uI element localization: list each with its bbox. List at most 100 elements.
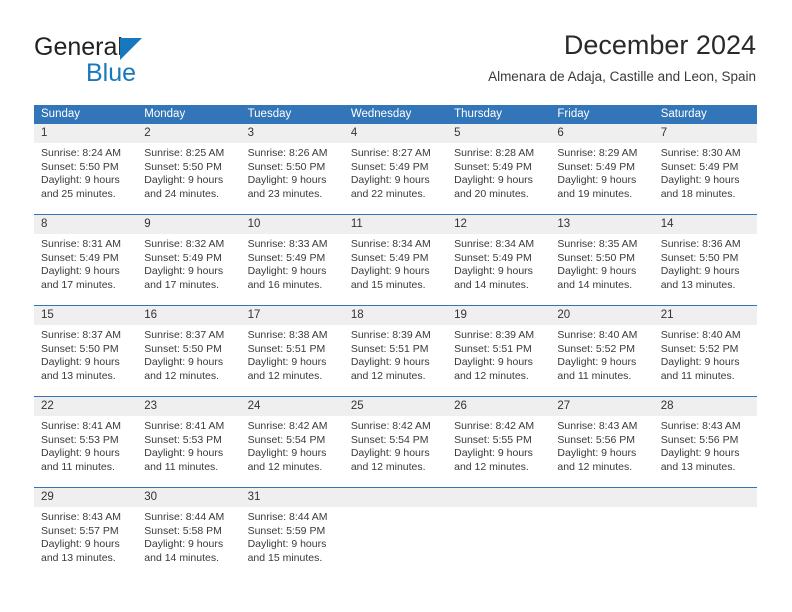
day-number[interactable]: 2 bbox=[137, 124, 240, 143]
daylight-2-text: and 15 minutes. bbox=[247, 551, 323, 564]
daylight-2-text: and 12 minutes. bbox=[144, 369, 219, 382]
sunset-text: Sunset: 5:49 PM bbox=[557, 160, 636, 173]
day-number[interactable]: 5 bbox=[447, 124, 550, 143]
day-number[interactable]: 22 bbox=[34, 397, 137, 416]
day-cell[interactable]: Sunrise: 8:42 AM Sunset: 5:55 PM Daylight:… bbox=[447, 416, 550, 487]
day-cell[interactable]: Sunrise: 8:28 AM Sunset: 5:49 PM Daylight:… bbox=[447, 143, 550, 214]
day-number[interactable]: 16 bbox=[137, 306, 240, 325]
day-number[interactable]: 23 bbox=[137, 397, 240, 416]
daylight-2-text: and 25 minutes. bbox=[41, 187, 116, 200]
sunset-text: Sunset: 5:49 PM bbox=[660, 160, 739, 173]
day-number[interactable]: 24 bbox=[241, 397, 344, 416]
day-cell[interactable]: Sunrise: 8:42 AM Sunset: 5:54 PM Daylight:… bbox=[344, 416, 447, 487]
daylight-1-text: Daylight: 9 hours bbox=[557, 174, 637, 187]
day-cell[interactable]: Sunrise: 8:31 AM Sunset: 5:49 PM Daylight:… bbox=[34, 234, 137, 305]
day-cell[interactable]: Sunrise: 8:32 AM Sunset: 5:49 PM Daylight:… bbox=[137, 234, 240, 305]
day-number[interactable]: 7 bbox=[654, 124, 757, 143]
day-number[interactable]: 20 bbox=[550, 306, 653, 325]
daylight-1-text: Daylight: 9 hours bbox=[350, 356, 430, 369]
day-number[interactable]: 29 bbox=[34, 488, 137, 507]
day-cell[interactable]: Sunrise: 8:44 AM Sunset: 5:58 PM Daylight:… bbox=[137, 507, 240, 578]
day-cell[interactable]: Sunrise: 8:43 AM Sunset: 5:56 PM Daylight:… bbox=[550, 416, 653, 487]
day-cell[interactable]: Sunrise: 8:41 AM Sunset: 5:53 PM Daylight:… bbox=[34, 416, 137, 487]
week-detail-row: Sunrise: 8:24 AM Sunset: 5:50 PM Daylight:… bbox=[34, 143, 757, 214]
sunset-text: Sunset: 5:50 PM bbox=[41, 342, 119, 355]
day-cell[interactable]: Sunrise: 8:37 AM Sunset: 5:50 PM Daylight:… bbox=[34, 325, 137, 396]
sunrise-text: Sunrise: 8:42 AM bbox=[454, 420, 535, 432]
day-number[interactable]: 14 bbox=[654, 215, 757, 234]
daylight-1-text: Daylight: 9 hours bbox=[41, 447, 120, 460]
day-cell[interactable]: Sunrise: 8:36 AM Sunset: 5:50 PM Daylight:… bbox=[654, 234, 757, 305]
day-number[interactable]: 9 bbox=[137, 215, 240, 234]
day-cell[interactable]: Sunrise: 8:37 AM Sunset: 5:50 PM Daylight:… bbox=[137, 325, 240, 396]
day-number[interactable]: 12 bbox=[447, 215, 550, 234]
sunset-text: Sunset: 5:49 PM bbox=[350, 251, 429, 264]
sunrise-text: Sunrise: 8:42 AM bbox=[247, 420, 328, 432]
day-cell[interactable]: Sunrise: 8:34 AM Sunset: 5:49 PM Daylight:… bbox=[447, 234, 550, 305]
day-of-week-header: Wednesday bbox=[350, 108, 412, 120]
day-cell[interactable]: Sunrise: 8:26 AM Sunset: 5:50 PM Daylight:… bbox=[241, 143, 344, 214]
day-number[interactable]: 30 bbox=[137, 488, 240, 507]
day-number[interactable]: 18 bbox=[344, 306, 447, 325]
day-cell[interactable]: Sunrise: 8:40 AM Sunset: 5:52 PM Daylight:… bbox=[654, 325, 757, 396]
sunrise-text: Sunrise: 8:37 AM bbox=[144, 329, 225, 341]
daylight-1-text: Daylight: 9 hours bbox=[557, 447, 637, 460]
day-number[interactable]: 1 bbox=[34, 124, 137, 143]
day-cell[interactable]: Sunrise: 8:35 AM Sunset: 5:50 PM Daylight:… bbox=[550, 234, 653, 305]
day-number[interactable]: 13 bbox=[550, 215, 653, 234]
day-number[interactable]: 27 bbox=[550, 397, 653, 416]
daylight-1-text: Daylight: 9 hours bbox=[660, 447, 740, 460]
day-cell[interactable]: Sunrise: 8:34 AM Sunset: 5:49 PM Daylight:… bbox=[344, 234, 447, 305]
sunrise-text: Sunrise: 8:43 AM bbox=[557, 420, 638, 432]
day-number[interactable]: 17 bbox=[241, 306, 344, 325]
day-number[interactable]: 3 bbox=[241, 124, 344, 143]
sunrise-text: Sunrise: 8:40 AM bbox=[557, 329, 638, 341]
day-cell[interactable]: Sunrise: 8:43 AM Sunset: 5:57 PM Daylight:… bbox=[34, 507, 137, 578]
day-cell[interactable]: Sunrise: 8:27 AM Sunset: 5:49 PM Daylight:… bbox=[344, 143, 447, 214]
day-number[interactable]: 8 bbox=[34, 215, 137, 234]
day-number[interactable]: 31 bbox=[241, 488, 344, 507]
day-number[interactable]: 19 bbox=[447, 306, 550, 325]
general-blue-logo[interactable]: General Blue bbox=[34, 33, 264, 89]
calendar-page: General Blue December 2024 Almenara de A… bbox=[0, 0, 792, 612]
day-cell[interactable]: Sunrise: 8:33 AM Sunset: 5:49 PM Daylight:… bbox=[241, 234, 344, 305]
day-cell[interactable]: Sunrise: 8:38 AM Sunset: 5:51 PM Daylight:… bbox=[241, 325, 344, 396]
day-cell[interactable]: Sunrise: 8:30 AM Sunset: 5:49 PM Daylight:… bbox=[654, 143, 757, 214]
sunset-text: Sunset: 5:53 PM bbox=[144, 433, 222, 446]
day-number[interactable]: 10 bbox=[241, 215, 344, 234]
day-cell[interactable]: Sunrise: 8:42 AM Sunset: 5:54 PM Daylight:… bbox=[241, 416, 344, 487]
daylight-2-text: and 12 minutes. bbox=[350, 460, 426, 473]
calendar-weeks: 1 2 3 4 5 6 7 Sunrise: 8:24 AM Sunset: 5:50 PM Da… bbox=[34, 124, 757, 578]
day-number[interactable]: 11 bbox=[344, 215, 447, 234]
calendar-week-row: 8 9 10 11 12 13 14 Sunrise: 8:31 AM Sunset: 5:49… bbox=[34, 214, 757, 305]
day-of-week-header: Saturday bbox=[660, 108, 707, 120]
day-cell[interactable]: Sunrise: 8:40 AM Sunset: 5:52 PM Daylight:… bbox=[550, 325, 653, 396]
day-number[interactable]: 15 bbox=[34, 306, 137, 325]
week-detail-row: Sunrise: 8:43 AM Sunset: 5:57 PM Daylight:… bbox=[34, 507, 757, 578]
sunset-text: Sunset: 5:52 PM bbox=[660, 342, 739, 355]
day-cell[interactable]: Sunrise: 8:43 AM Sunset: 5:56 PM Daylight:… bbox=[654, 416, 757, 487]
daylight-1-text: Daylight: 9 hours bbox=[660, 265, 740, 278]
day-number[interactable]: 4 bbox=[344, 124, 447, 143]
day-number[interactable]: 21 bbox=[654, 306, 757, 325]
day-number[interactable]: 28 bbox=[654, 397, 757, 416]
daylight-1-text: Daylight: 9 hours bbox=[144, 447, 224, 460]
day-cell[interactable]: Sunrise: 8:39 AM Sunset: 5:51 PM Daylight:… bbox=[447, 325, 550, 396]
day-number[interactable]: 6 bbox=[550, 124, 653, 143]
day-number[interactable]: 26 bbox=[447, 397, 550, 416]
sunrise-text: Sunrise: 8:43 AM bbox=[41, 511, 121, 523]
daylight-2-text: and 12 minutes. bbox=[557, 460, 633, 473]
daylight-2-text: and 24 minutes. bbox=[144, 187, 219, 200]
day-cell[interactable]: Sunrise: 8:29 AM Sunset: 5:49 PM Daylight:… bbox=[550, 143, 653, 214]
sunset-text: Sunset: 5:54 PM bbox=[247, 433, 326, 446]
daylight-1-text: Daylight: 9 hours bbox=[557, 356, 637, 369]
day-cell[interactable]: Sunrise: 8:41 AM Sunset: 5:53 PM Daylight:… bbox=[137, 416, 240, 487]
day-number[interactable]: 25 bbox=[344, 397, 447, 416]
daylight-2-text: and 14 minutes. bbox=[144, 551, 219, 564]
logo-text-blue: Blue bbox=[86, 59, 137, 87]
day-cell[interactable]: Sunrise: 8:39 AM Sunset: 5:51 PM Daylight:… bbox=[344, 325, 447, 396]
day-cell[interactable]: Sunrise: 8:44 AM Sunset: 5:59 PM Daylight:… bbox=[241, 507, 344, 578]
day-cell[interactable]: Sunrise: 8:25 AM Sunset: 5:50 PM Daylight:… bbox=[137, 143, 240, 214]
day-cell[interactable]: Sunrise: 8:24 AM Sunset: 5:50 PM Daylight:… bbox=[34, 143, 137, 214]
title-block: December 2024 Almenara de Adaja, Castill… bbox=[488, 28, 756, 86]
